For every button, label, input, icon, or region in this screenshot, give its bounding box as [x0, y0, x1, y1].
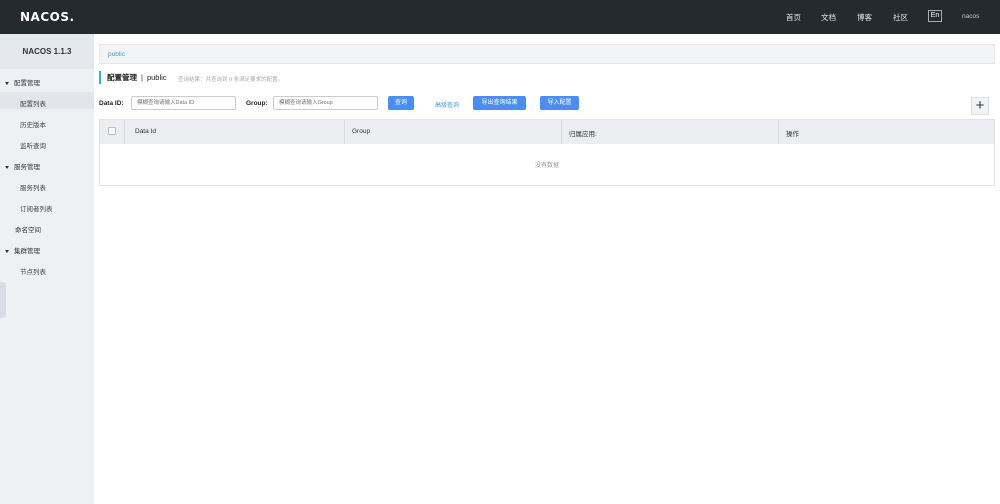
page-title: 配置管理 | public [99, 71, 167, 84]
column-divider [344, 120, 345, 144]
query-button[interactable]: 查询 [388, 96, 414, 110]
nacos-logo[interactable]: NACOS. [20, 10, 75, 24]
add-config-button[interactable]: + [971, 97, 989, 115]
sidebar-group-cluster[interactable]: 集群管理 [5, 245, 40, 255]
sidebar-group-config[interactable]: 配置管理 [5, 77, 40, 87]
language-switch-button[interactable]: En [928, 10, 942, 22]
title-separator: | [141, 73, 143, 82]
sidebar-active-highlight [0, 92, 94, 109]
nav-community[interactable]: 社区 [893, 12, 908, 23]
advanced-query-link[interactable]: 高级查询 [435, 100, 459, 109]
column-header-dataid[interactable]: Data Id [135, 128, 156, 135]
sidebar-item-node-list[interactable]: 节点列表 [20, 266, 46, 276]
column-divider [124, 120, 125, 144]
group-search-input[interactable] [273, 96, 378, 110]
group-label: Group: [246, 100, 268, 107]
export-results-button[interactable]: 导出查询结果 [473, 96, 526, 110]
dataid-label: Data ID: [99, 100, 124, 107]
sidebar: NACOS 1.1.3 配置管理 配置列表 历史版本 监听查询 服务管理 服务列… [0, 34, 94, 504]
dataid-search-input[interactable] [131, 96, 236, 110]
user-menu[interactable]: nacos [962, 13, 979, 20]
sidebar-item-listener-query[interactable]: 监听查询 [20, 140, 46, 150]
column-header-group[interactable]: Group [352, 128, 370, 135]
sidebar-item-subscriber-list[interactable]: 订阅者列表 [20, 203, 53, 213]
column-header-app[interactable]: 归属应用: [569, 128, 597, 138]
column-header-actions: 操作 [786, 131, 799, 138]
table-empty-message: 没有数据 [534, 163, 559, 169]
select-all-checkbox[interactable] [108, 127, 116, 135]
page-title-text: 配置管理 [107, 73, 137, 82]
config-table: Data Id Group 归属应用: 操作 没有数据 [99, 119, 995, 186]
caret-down-icon [5, 81, 9, 85]
nav-docs[interactable]: 文档 [821, 12, 836, 23]
nav-blog[interactable]: 博客 [857, 12, 872, 23]
sidebar-title: NACOS 1.1.3 [0, 34, 94, 69]
import-config-button[interactable]: 导入配置 [540, 96, 579, 110]
sidebar-group-service[interactable]: 服务管理 [5, 161, 40, 171]
sidebar-item-service-list[interactable]: 服务列表 [20, 182, 46, 192]
nav-home[interactable]: 首页 [786, 12, 801, 23]
sidebar-item-namespace[interactable]: 命名空间 [15, 224, 41, 234]
caret-down-icon [5, 249, 9, 253]
plus-icon: + [975, 97, 985, 114]
breadcrumb-namespace[interactable]: public [108, 51, 125, 58]
column-divider [778, 120, 779, 144]
breadcrumb: public [99, 44, 995, 64]
sidebar-item-history[interactable]: 历史版本 [20, 119, 46, 129]
sidebar-collapse-handle[interactable] [0, 282, 6, 318]
top-navbar: NACOS. 首页 文档 博客 社区 En nacos [0, 0, 1000, 34]
column-divider [561, 120, 562, 144]
query-result-hint: 查询结果：共查询到 0 条满足要求的配置。 [178, 77, 284, 83]
sidebar-item-config-list[interactable]: 配置列表 [20, 98, 46, 108]
caret-down-icon [5, 165, 9, 169]
table-header: Data Id Group 归属应用: 操作 [100, 120, 994, 144]
page-title-namespace: public [146, 73, 167, 82]
